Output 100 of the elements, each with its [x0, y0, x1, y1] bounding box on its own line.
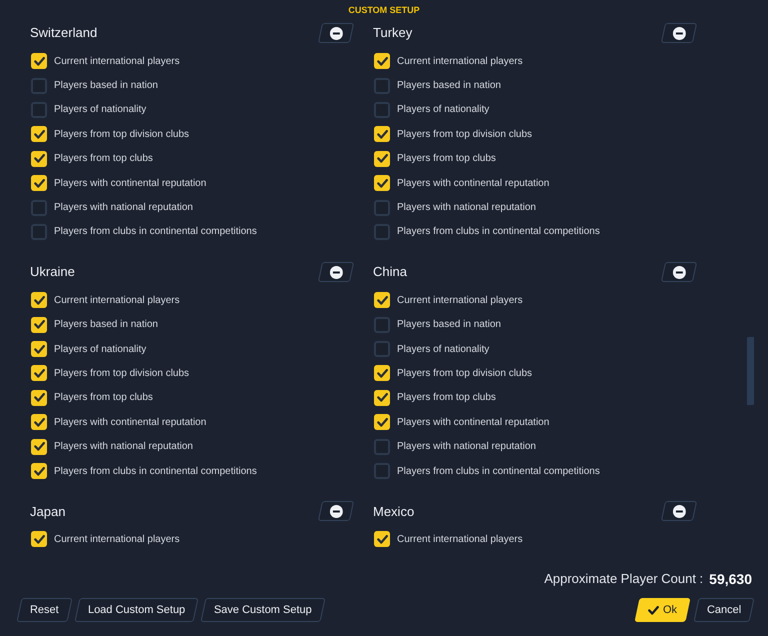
checkbox[interactable] — [31, 438, 47, 455]
checkbox[interactable] — [31, 175, 47, 192]
checkbox[interactable] — [374, 390, 390, 406]
scrollbar-thumb[interactable] — [747, 336, 754, 406]
checkbox-label: Current international players — [397, 532, 523, 547]
checkbox[interactable] — [374, 53, 390, 70]
checkbox-label: Players of nationality — [397, 342, 490, 357]
checkbox-label: Players with continental reputation — [397, 416, 550, 430]
checkbox-label: Players based in nation — [397, 318, 501, 332]
checkbox-label: Players from clubs in continental competitions — [397, 225, 600, 240]
footer-button[interactable]: Load Custom Setup — [74, 598, 199, 622]
checkbox[interactable] — [374, 175, 390, 192]
checkbox-label: Players based in nation — [397, 79, 501, 94]
minus-circle-icon — [330, 26, 342, 40]
remove-button[interactable] — [318, 262, 354, 282]
checkbox-label: Players with national reputation — [397, 201, 536, 216]
check-icon — [34, 130, 44, 139]
checkbox-label: Players from top clubs — [397, 152, 496, 166]
checkbox[interactable] — [31, 102, 47, 118]
check-icon — [34, 418, 44, 427]
checkbox[interactable] — [31, 292, 47, 308]
checkbox-label: Current international players — [397, 294, 523, 308]
checkbox[interactable] — [374, 200, 390, 216]
dialog-title: CUSTOM SETUP — [348, 4, 420, 18]
footer-button[interactable]: Cancel — [693, 598, 755, 622]
checkbox[interactable] — [374, 316, 390, 333]
checkbox-label: Players with continental reputation — [54, 176, 206, 191]
player-count-label: Approximate Player Count : — [544, 570, 704, 588]
checkbox-label: Current international players — [397, 54, 523, 69]
check-icon — [376, 368, 388, 378]
check-icon — [376, 296, 388, 305]
remove-button[interactable] — [660, 23, 698, 43]
checkbox-label: Players with continental reputation — [397, 176, 550, 191]
checkbox[interactable] — [31, 150, 47, 167]
footer-button[interactable]: Reset — [16, 598, 72, 622]
checkbox[interactable] — [374, 78, 390, 94]
footer-button[interactable]: Save Custom Setup — [200, 598, 326, 622]
checkbox[interactable] — [31, 53, 47, 70]
remove-button[interactable] — [660, 262, 698, 282]
check-icon — [376, 534, 388, 544]
minus-circle-icon — [330, 504, 342, 518]
checkbox[interactable] — [31, 126, 47, 142]
minus-circle-icon — [330, 266, 342, 279]
checkbox[interactable] — [374, 414, 390, 430]
remove-button[interactable] — [318, 23, 354, 43]
checkbox[interactable] — [374, 126, 390, 142]
checkbox[interactable] — [31, 316, 47, 333]
checkbox-label: Players from top division clubs — [397, 366, 532, 381]
checkbox-label: Current international players — [54, 294, 180, 308]
check-icon — [34, 466, 44, 476]
check-icon — [34, 296, 44, 305]
checkbox-label: Players with national reputation — [397, 440, 536, 454]
check-icon — [376, 178, 388, 188]
check-icon — [648, 606, 659, 614]
checkbox[interactable] — [374, 102, 390, 118]
checkbox-label: Players from top division clubs — [397, 128, 532, 142]
nation-name: Switzerland — [30, 24, 98, 42]
check-icon — [376, 393, 388, 402]
checkbox[interactable] — [31, 78, 47, 94]
checkbox[interactable] — [31, 414, 47, 430]
checkbox-label: Current international players — [54, 54, 180, 69]
check-icon — [34, 56, 44, 66]
checkbox-label: Players based in nation — [54, 79, 158, 94]
check-icon — [34, 393, 44, 402]
checkbox[interactable] — [374, 224, 390, 240]
checkbox-label: Players with national reputation — [54, 201, 193, 216]
remove-button[interactable] — [318, 501, 354, 522]
checkbox-label: Players of nationality — [54, 103, 146, 118]
check-icon — [376, 154, 388, 164]
checkbox[interactable] — [374, 341, 390, 358]
checkbox[interactable] — [31, 531, 47, 548]
minus-circle-icon — [672, 504, 686, 518]
check-icon — [34, 534, 44, 544]
check-icon — [376, 418, 388, 427]
nation-name: Mexico — [373, 502, 414, 520]
checkbox[interactable] — [31, 341, 47, 358]
check-icon — [34, 178, 44, 188]
checkbox[interactable] — [374, 365, 390, 382]
checkbox-label: Players from top division clubs — [54, 128, 190, 142]
check-icon — [34, 154, 44, 164]
checkbox[interactable] — [374, 292, 390, 308]
check-icon — [34, 344, 44, 354]
checkbox-label: Players from clubs in continental competitions — [54, 225, 257, 240]
checkbox[interactable] — [31, 463, 47, 480]
remove-button[interactable] — [660, 501, 698, 522]
checkbox-label: Players from top division clubs — [54, 366, 190, 381]
checkbox[interactable] — [31, 200, 47, 216]
check-icon — [376, 130, 388, 139]
checkbox[interactable] — [374, 531, 390, 548]
minus-circle-icon — [672, 266, 686, 279]
checkbox[interactable] — [31, 365, 47, 382]
checkbox[interactable] — [31, 390, 47, 406]
minus-circle-icon — [672, 26, 686, 40]
checkbox[interactable] — [31, 224, 47, 240]
nation-name: Ukraine — [30, 263, 75, 282]
checkbox[interactable] — [374, 438, 390, 455]
checkbox-label: Players of nationality — [54, 342, 146, 357]
ok-button[interactable]: Ok — [634, 598, 690, 622]
checkbox[interactable] — [374, 463, 390, 480]
checkbox[interactable] — [374, 150, 390, 167]
